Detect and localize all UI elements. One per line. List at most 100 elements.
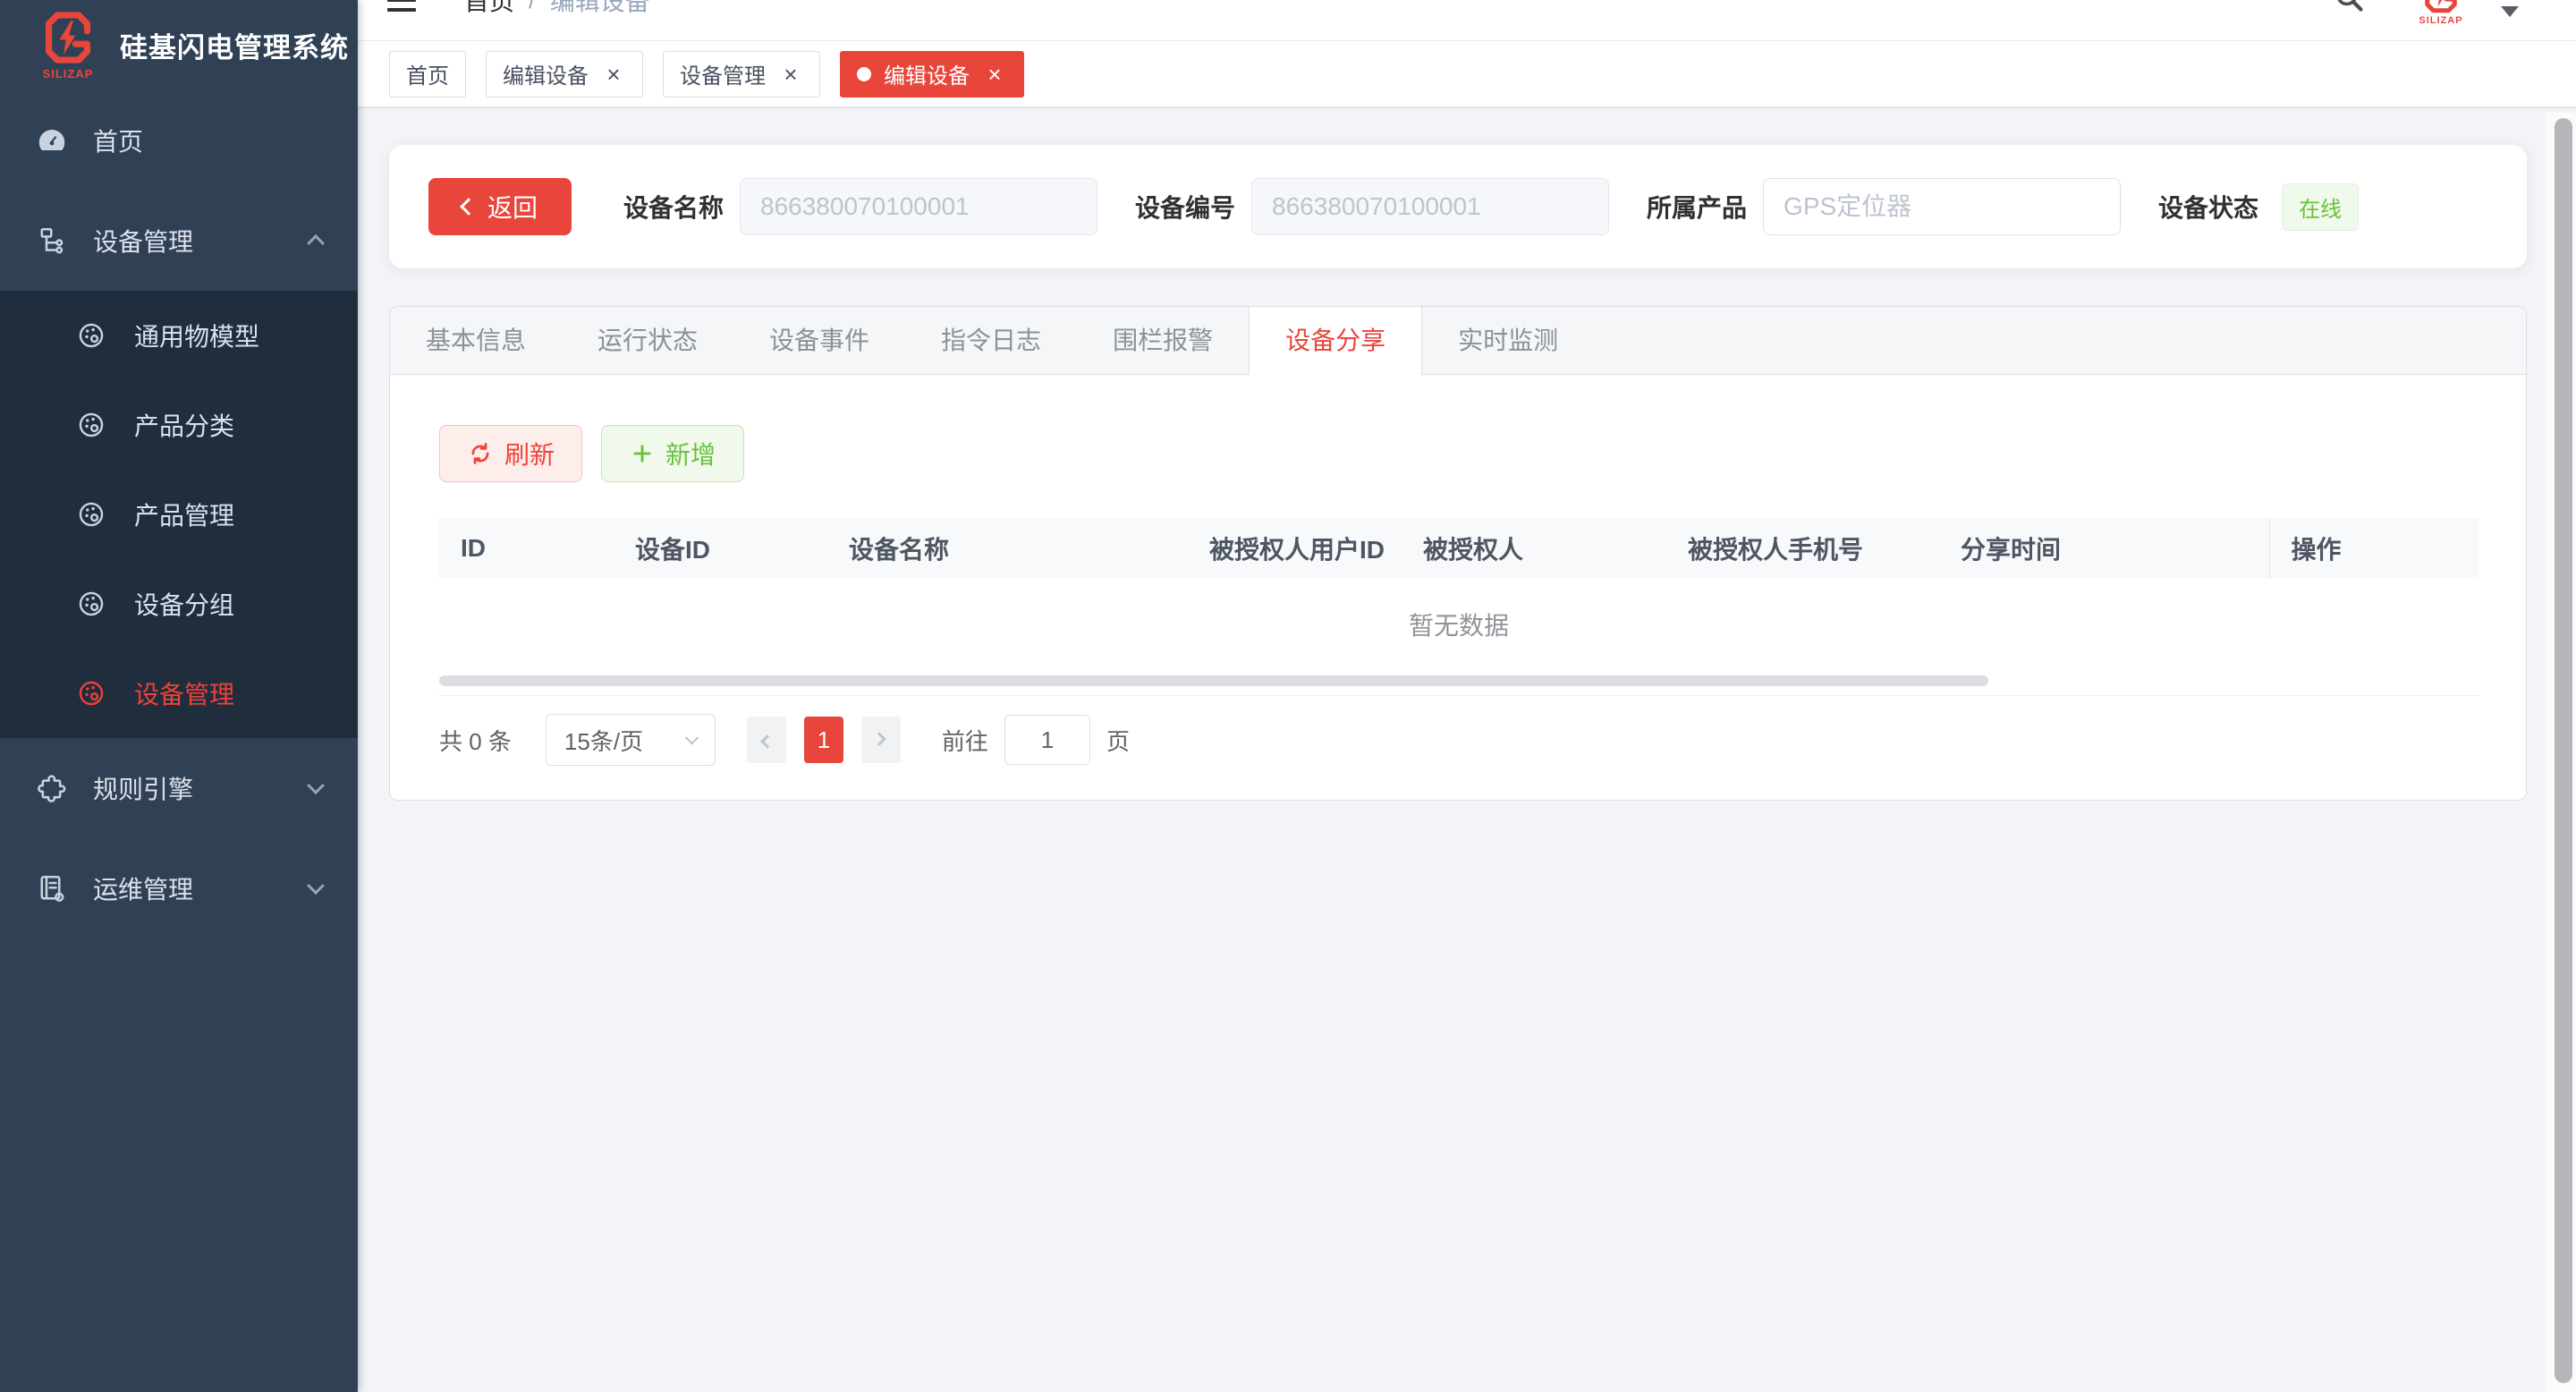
sidebar-item-home[interactable]: 首页 (0, 90, 358, 191)
goto-page-input[interactable] (1004, 715, 1090, 765)
chevron-down-icon (307, 877, 325, 895)
tab-realtime-monitor[interactable]: 实时监测 (1422, 307, 1594, 375)
puzzle-icon (36, 772, 68, 804)
sidebar-item-label: 首页 (93, 123, 322, 158)
breadcrumb-separator: / (529, 0, 536, 14)
tag-label: 编辑设备 (884, 58, 970, 89)
add-button[interactable]: 新增 (601, 425, 744, 482)
horizontal-scrollbar-thumb[interactable] (439, 675, 1988, 686)
sidebar-item-device-management[interactable]: 设备管理 (0, 191, 358, 291)
sidebar-item-label: 设备分组 (134, 586, 322, 622)
close-icon[interactable]: × (982, 62, 1007, 87)
back-button[interactable]: 返回 (428, 178, 572, 235)
breadcrumb-current: 编辑设备 (550, 0, 650, 18)
device-management-submenu: 通用物模型 产品分类 (0, 291, 358, 738)
tab-fence-alarm[interactable]: 围栏报警 (1077, 307, 1249, 375)
sidebar-item-label: 设备管理 (134, 675, 322, 711)
ops-book-icon (36, 872, 68, 904)
col-grantee-phone: 被授权人手机号 (1666, 518, 1939, 579)
tab-running-state[interactable]: 运行状态 (562, 307, 733, 375)
product-field[interactable] (1763, 178, 2121, 235)
breadcrumb-home[interactable]: 首页 (464, 0, 514, 18)
sidebar-item-thing-model[interactable]: 通用物模型 (0, 291, 358, 380)
top-navbar: 首页 / 编辑设备 SILIZAP (358, 0, 2576, 41)
product-label: 所属产品 (1647, 189, 1747, 225)
sitemap-icon (36, 225, 68, 257)
status-badge-online: 在线 (2282, 183, 2359, 231)
previous-page-button[interactable] (747, 717, 786, 763)
tag-edit-device[interactable]: 编辑设备 × (486, 51, 643, 98)
tag-home[interactable]: 首页 (389, 51, 466, 98)
refresh-icon (467, 440, 494, 467)
avatar-dropdown-caret-icon[interactable] (2501, 6, 2519, 17)
sidebar-item-rule-engine[interactable]: 规则引擎 (0, 738, 358, 838)
page-unit-label: 页 (1106, 724, 1130, 757)
col-device-id: 设备ID (614, 518, 827, 579)
col-share-time: 分享时间 (1939, 518, 2269, 579)
device-status-label: 设备状态 (2158, 189, 2258, 225)
pagination-total: 共 0 条 (439, 724, 512, 757)
device-code-label: 设备编号 (1135, 189, 1235, 225)
col-actions: 操作 (2269, 518, 2479, 579)
share-table: ID 设备ID 设备名称 被授权人用户ID 被授权人 被授权人手机号 分享时间 … (439, 518, 2479, 670)
tab-basic-info[interactable]: 基本信息 (390, 307, 562, 375)
col-device-name: 设备名称 (827, 518, 1188, 579)
sidebar-item-product-management[interactable]: 产品管理 (0, 470, 358, 559)
tab-device-events[interactable]: 设备事件 (733, 307, 905, 375)
share-toolbar: 刷新 新增 (439, 425, 2477, 482)
col-grantee: 被授权人 (1402, 518, 1666, 579)
detail-tab-bar: 基本信息 运行状态 设备事件 指令日志 围栏报警 设备分享 实时监测 (390, 307, 2526, 375)
hamburger-menu-icon[interactable] (387, 0, 416, 12)
sidebar-item-label: 通用物模型 (134, 318, 322, 353)
sidebar-item-label: 设备管理 (93, 223, 309, 259)
tag-device-management[interactable]: 设备管理 × (663, 51, 820, 98)
refresh-button[interactable]: 刷新 (439, 425, 582, 482)
user-avatar[interactable]: SILIZAP (2406, 0, 2476, 35)
col-grantee-user-id: 被授权人用户ID (1188, 518, 1402, 579)
silizap-logo-text: SILIZAP (43, 67, 94, 81)
close-icon[interactable]: × (778, 62, 803, 87)
empty-row: 暂无数据 (439, 579, 2479, 670)
sidebar-item-device-management-active[interactable]: 设备管理 (0, 649, 358, 738)
empty-text: 暂无数据 (439, 579, 2479, 670)
chevron-left-icon (460, 198, 478, 216)
palette-icon (75, 677, 107, 709)
page-content: 返回 设备名称 设备编号 所属产品 设备状态 在线 基本信息 运行状态 设备事件… (358, 107, 2576, 801)
dashboard-icon (36, 124, 68, 157)
next-page-button[interactable] (861, 717, 901, 763)
sidebar-item-label: 规则引擎 (93, 770, 309, 806)
sidebar-item-ops-management[interactable]: 运维管理 (0, 838, 358, 938)
tag-label: 首页 (406, 58, 449, 89)
tag-edit-device-active[interactable]: 编辑设备 × (840, 51, 1024, 98)
device-code-field[interactable] (1251, 178, 1609, 235)
page-size-select[interactable]: 15条/页 (546, 714, 716, 766)
device-name-label: 设备名称 (623, 189, 724, 225)
vertical-scrollbar-thumb[interactable] (2555, 118, 2572, 1383)
page-number-1[interactable]: 1 (804, 717, 843, 763)
search-icon[interactable] (2333, 0, 2365, 20)
table-header-row: ID 设备ID 设备名称 被授权人用户ID 被授权人 被授权人手机号 分享时间 … (439, 518, 2479, 579)
table-bottom-divider (439, 695, 2479, 696)
sidebar: SILIZAP 硅基闪电管理系统 首页 设备管理 (0, 0, 358, 1392)
app-logo: SILIZAP 硅基闪电管理系统 (0, 0, 358, 90)
palette-icon (75, 588, 107, 620)
tab-command-logs[interactable]: 指令日志 (905, 307, 1077, 375)
tags-view-bar: 首页 编辑设备 × 设备管理 × 编辑设备 × (358, 41, 2576, 107)
palette-icon (75, 319, 107, 352)
device-name-field[interactable] (740, 178, 1097, 235)
palette-icon (75, 498, 107, 530)
device-info-card: 返回 设备名称 设备编号 所属产品 设备状态 在线 (389, 145, 2527, 268)
sidebar-item-product-category[interactable]: 产品分类 (0, 380, 358, 470)
main-area: 首页 / 编辑设备 SILIZAP (358, 0, 2576, 1392)
tag-label: 编辑设备 (503, 58, 589, 89)
sidebar-item-label: 产品分类 (134, 407, 322, 443)
tab-device-share-active[interactable]: 设备分享 (1249, 307, 1422, 375)
plus-icon (630, 441, 655, 466)
palette-icon (75, 409, 107, 441)
col-id: ID (439, 518, 614, 579)
sidebar-item-device-group[interactable]: 设备分组 (0, 559, 358, 649)
chevron-right-icon (873, 732, 887, 746)
close-icon[interactable]: × (601, 62, 626, 87)
table-horizontal-scrollbar (439, 675, 2479, 686)
sidebar-item-label: 运维管理 (93, 870, 309, 906)
